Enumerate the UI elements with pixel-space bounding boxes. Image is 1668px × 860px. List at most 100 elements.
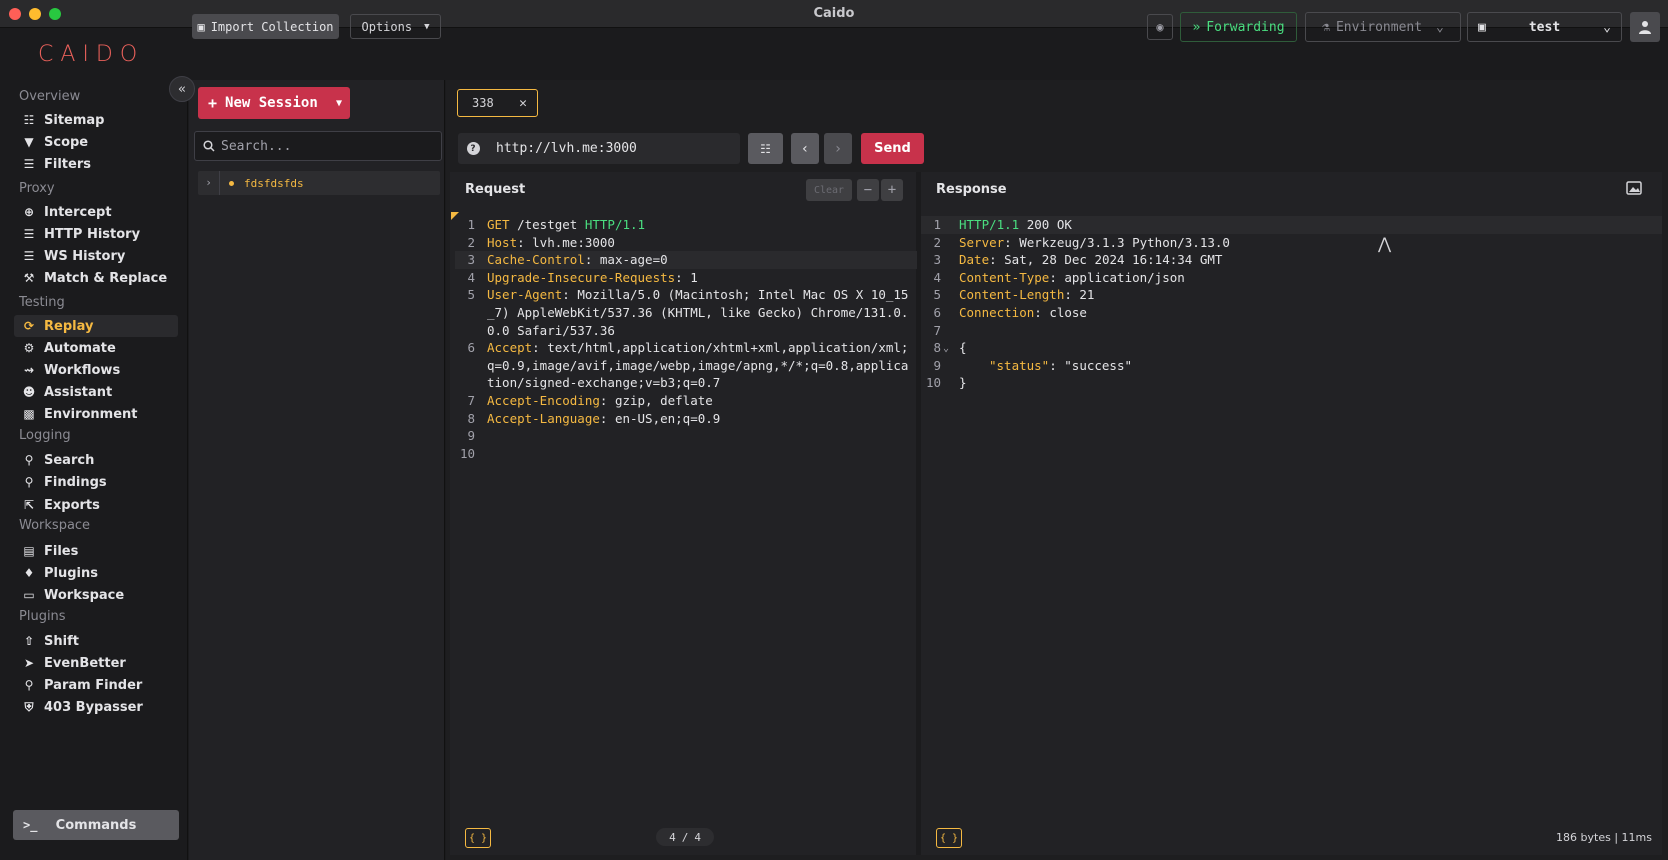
sidebar-item-intercept[interactable]: ⊕ Intercept	[14, 201, 178, 223]
response-editor[interactable]: 1 2 3 4 5 6 7 8 9 10 ⌄ HTTP/1.1 200 OK S…	[921, 216, 1662, 396]
sidebar-item-findings[interactable]: ⚲ Findings	[14, 471, 178, 493]
new-session-label: New Session	[225, 95, 318, 111]
sidebar-item-automate[interactable]: ⚙ Automate	[14, 337, 178, 359]
line-number: 5	[467, 287, 475, 303]
sidebar-item-workflows[interactable]: ⇝ Workflows	[14, 359, 178, 381]
url-input[interactable]	[496, 141, 736, 156]
clear-button[interactable]: Clear	[806, 179, 852, 201]
cubes-icon: ▩	[23, 407, 35, 421]
sidebar-item-label: Match & Replace	[44, 270, 168, 286]
sidebar-item-http-history[interactable]: ☰ HTTP History	[14, 223, 178, 245]
section-overview: Overview	[19, 89, 81, 104]
forwarding-label: Forwarding	[1206, 19, 1285, 35]
sidebar-item-label: HTTP History	[44, 226, 141, 242]
sidebar-item-sitemap[interactable]: ☷ Sitemap	[14, 109, 178, 131]
line-number: 8	[933, 340, 941, 356]
sidebar-item-files[interactable]: ▤ Files	[14, 540, 178, 562]
plugin-status-button[interactable]: ◉	[1147, 14, 1173, 40]
text-cursor-icon: ⋀	[1378, 234, 1392, 253]
user-menu-button[interactable]	[1630, 12, 1660, 42]
fold-chevron-icon[interactable]: ⌄	[943, 340, 949, 358]
replay-tab[interactable]: 338 ✕	[457, 89, 538, 117]
sidebar-item-environment[interactable]: ▩ Environment	[14, 403, 178, 425]
sidebar-item-403-bypasser[interactable]: ⛨ 403 Bypasser	[14, 696, 178, 718]
code-line: Connection: close	[959, 305, 1087, 320]
sidebar-item-label: Scope	[44, 134, 89, 150]
code-line: Content-Length: 21	[959, 287, 1095, 303]
pager-total: 4	[694, 830, 701, 844]
decrease-button[interactable]: −	[857, 179, 879, 201]
code-line: Accept-Language: en-US,en;q=0.9	[487, 410, 721, 426]
section-logging: Logging	[19, 428, 71, 443]
code-line-wrap: 0.0 Safari/537.36	[487, 322, 615, 338]
format-toggle-button[interactable]: { }	[465, 828, 491, 848]
sidebar-item-scope[interactable]: ▼ Scope	[14, 131, 178, 153]
sidebar-item-shift[interactable]: ⇧ Shift	[14, 630, 178, 652]
history-forward-button[interactable]: ›	[824, 133, 852, 164]
session-search-input[interactable]	[221, 138, 421, 154]
search-icon: ⚲	[24, 475, 34, 489]
rocket-icon: ➤	[23, 656, 35, 670]
close-icon[interactable]: ✕	[519, 96, 527, 111]
line-number: 7	[933, 322, 941, 338]
image-icon[interactable]	[1626, 181, 1642, 195]
request-editor[interactable]: 1 2 3 4 5 6 7 8 9 10 GET /testget HTTP/1…	[451, 212, 917, 461]
line-number: 6	[467, 340, 475, 356]
sidebar-item-filters[interactable]: ☰ Filters	[14, 153, 178, 175]
sidebar-item-param-finder[interactable]: ⚲ Param Finder	[14, 674, 178, 696]
chevron-right-icon[interactable]: ›	[198, 171, 220, 195]
connection-settings-button[interactable]: ☷	[748, 133, 783, 164]
double-chevron-right-icon: »	[1192, 19, 1201, 35]
sidebar-item-replay[interactable]: ⟳ Replay	[14, 315, 178, 337]
environment-dropdown[interactable]: ⚗ Environment ⌄	[1305, 12, 1461, 42]
response-stats: 186 bytes | 11ms	[1556, 831, 1652, 844]
request-pager[interactable]: 4 / 4	[656, 828, 714, 846]
sidebar-item-assistant[interactable]: ☻ Assistant	[14, 381, 178, 403]
history-back-button[interactable]: ‹	[791, 133, 819, 164]
import-collection-button[interactable]: ▣ Import Collection	[192, 14, 339, 39]
sidebar-item-exports[interactable]: ⇱ Exports	[14, 494, 178, 516]
section-proxy: Proxy	[19, 181, 55, 196]
code-line: Host: lvh.me:3000	[487, 234, 615, 250]
sidebar-item-search[interactable]: ⚲ Search	[14, 449, 178, 471]
export-icon: ⇱	[23, 498, 35, 512]
sidebar-item-label: Replay	[44, 318, 94, 334]
url-help-button[interactable]: ?	[458, 142, 488, 155]
chip-icon: ◉	[1156, 20, 1164, 34]
sidebar-item-label: Exports	[44, 497, 100, 513]
code-line-wrap: q=0.9,image/avif,image/webp,image/apng,*…	[487, 357, 909, 373]
code-line: Accept-Encoding: gzip, deflate	[487, 393, 713, 408]
search-icon	[203, 140, 215, 152]
commands-button[interactable]: >_ Commands	[13, 810, 179, 840]
sidebar-item-evenbetter[interactable]: ➤ EvenBetter	[14, 652, 178, 674]
format-toggle-button[interactable]: { }	[936, 828, 962, 848]
send-button[interactable]: Send	[861, 133, 924, 164]
session-item[interactable]: › fdsfdsfds	[198, 171, 440, 195]
sidebar-item-match-replace[interactable]: ⚒ Match & Replace	[14, 267, 178, 289]
line-number: 2	[933, 234, 941, 250]
sidebar-item-label: Automate	[44, 340, 116, 356]
options-dropdown[interactable]: Options ▼	[350, 14, 441, 39]
sidebar-item-label: Workspace	[44, 587, 125, 603]
filter-icon: ☰	[23, 157, 35, 171]
forwarding-toggle[interactable]: » Forwarding	[1180, 12, 1297, 42]
line-number: 6	[933, 305, 941, 320]
sidebar-item-plugins[interactable]: ♦ Plugins	[14, 562, 178, 584]
double-chevron-left-icon: «	[178, 81, 186, 97]
collapse-sidebar-button[interactable]: «	[169, 76, 195, 102]
sidebar-item-ws-history[interactable]: ☰ WS History	[14, 245, 178, 267]
crosshair-icon: ⊕	[23, 205, 35, 219]
new-session-button[interactable]: + New Session ▼	[198, 87, 350, 119]
line-number: 5	[933, 287, 941, 303]
search-icon: ⚲	[24, 453, 34, 467]
sidebar-item-label: Search	[44, 452, 95, 468]
increase-button[interactable]: +	[881, 179, 903, 201]
sidebar-item-workspace[interactable]: ▭ Workspace	[14, 584, 178, 606]
network-icon: ☷	[760, 141, 771, 156]
replay-tab-label: 338	[472, 96, 494, 110]
project-dropdown[interactable]: ▣ test ⌄	[1467, 12, 1622, 42]
response-title: Response	[936, 182, 1007, 197]
sidebar-item-label: Intercept	[44, 204, 112, 220]
caret-down-icon[interactable]: ▼	[336, 98, 342, 109]
file-icon: ▤	[23, 544, 35, 558]
